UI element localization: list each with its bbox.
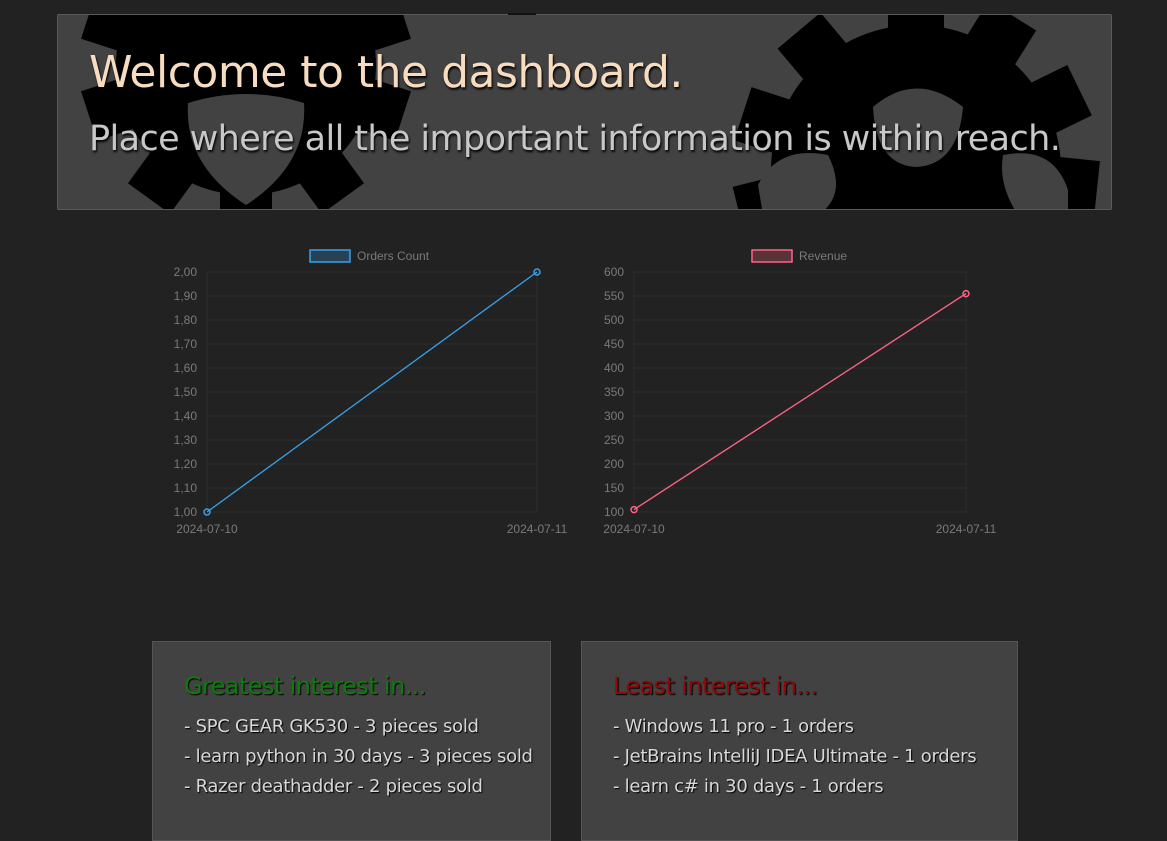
greatest-interest-title: Greatest interest in...	[184, 672, 426, 700]
y-tick-label: 400	[604, 361, 624, 375]
y-tick-label: 1,20	[174, 457, 198, 471]
x-tick-label: 2024-07-11	[936, 522, 997, 536]
legend-label: Revenue	[799, 249, 847, 263]
y-tick-label: 600	[604, 265, 624, 279]
page-subtitle: Place where all the important informatio…	[89, 119, 1061, 159]
y-tick-label: 1,40	[174, 409, 198, 423]
top-divider	[508, 13, 536, 15]
y-tick-label: 1,50	[174, 385, 198, 399]
y-tick-label: 250	[604, 433, 624, 447]
series-line	[633, 293, 967, 511]
legend[interactable]: Orders Count	[309, 249, 430, 263]
y-tick-label: 2,00	[174, 265, 198, 279]
y-tick-label: 1,10	[174, 481, 198, 495]
least-interest-title: Least interest in...	[613, 672, 818, 700]
page-title: Welcome to the dashboard.	[89, 47, 683, 98]
y-tick-label: 500	[604, 313, 624, 327]
y-tick-label: 1,60	[174, 361, 198, 375]
least-interest-list: - Windows 11 pro - 1 orders - JetBrains …	[613, 713, 977, 803]
y-tick-label: 150	[604, 481, 624, 495]
list-item: - JetBrains IntelliJ IDEA Ultimate - 1 o…	[613, 746, 977, 767]
list-item: - Windows 11 pro - 1 orders	[613, 716, 854, 737]
greatest-interest-card: Greatest interest in... - SPC GEAR GK530…	[152, 641, 551, 841]
y-tick-label: 350	[604, 385, 624, 399]
y-tick-label: 300	[604, 409, 624, 423]
least-interest-card: Least interest in... - Windows 11 pro - …	[581, 641, 1018, 841]
revenue-chart: Revenue 600 550 500 450 400 350 300 250 200 150 100…	[603, 249, 997, 536]
legend[interactable]: Revenue	[751, 249, 847, 263]
y-tick-label: 200	[604, 457, 624, 471]
list-item: - learn c# in 30 days - 1 orders	[613, 776, 884, 797]
list-item: - Razer deathadder - 2 pieces sold	[184, 776, 483, 797]
orders-count-chart: Orders Count 2,00 1,90 1,80 1,70 1,60 1,50 1,40…	[174, 249, 568, 536]
list-item: - learn python in 30 days - 3 pieces sol…	[184, 746, 533, 767]
y-tick-label: 1,70	[174, 337, 198, 351]
y-tick-label: 450	[604, 337, 624, 351]
y-tick-label: 100	[604, 505, 624, 519]
legend-swatch	[309, 249, 351, 263]
y-tick-label: 1,90	[174, 289, 198, 303]
gears-background-icon	[81, 15, 1100, 209]
x-tick-label: 2024-07-11	[507, 522, 568, 536]
dashboard-hero: Welcome to the dashboard. Place where al…	[57, 14, 1112, 210]
y-tick-label: 550	[604, 289, 624, 303]
x-tick-label: 2024-07-10	[176, 522, 238, 536]
y-tick-label: 1,80	[174, 313, 198, 327]
legend-label: Orders Count	[357, 249, 430, 263]
y-tick-label: 1,00	[174, 505, 198, 519]
list-item: - SPC GEAR GK530 - 3 pieces sold	[184, 716, 479, 737]
greatest-interest-list: - SPC GEAR GK530 - 3 pieces sold - learn…	[184, 713, 533, 803]
x-tick-label: 2024-07-10	[603, 522, 665, 536]
y-tick-label: 1,30	[174, 433, 198, 447]
legend-swatch	[751, 249, 793, 263]
